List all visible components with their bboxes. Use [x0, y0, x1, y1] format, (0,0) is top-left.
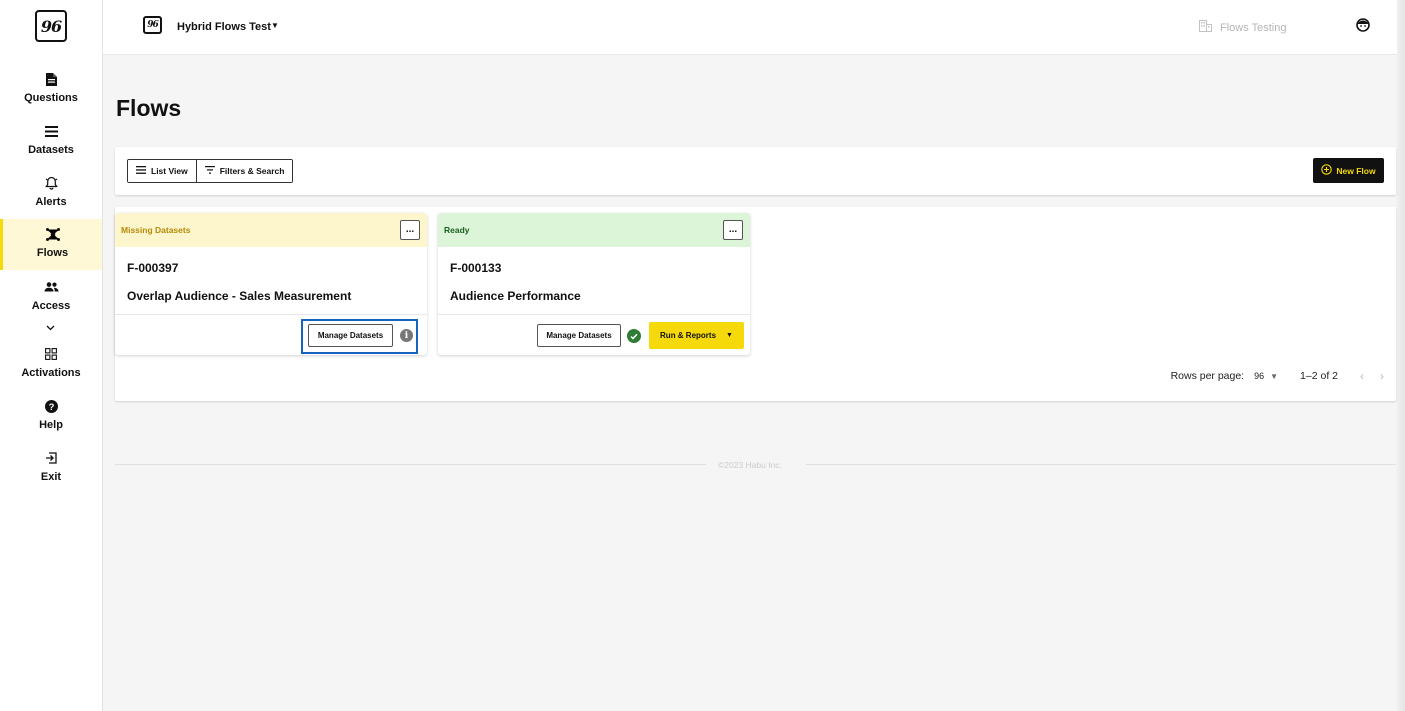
- new-flow-button[interactable]: New Flow: [1313, 158, 1384, 183]
- sidebar-item-label: Help: [39, 419, 63, 431]
- filters-search-button[interactable]: Filters & Search: [195, 160, 293, 182]
- bell-icon: [44, 174, 58, 192]
- pagination-range: 1–2 of 2: [1300, 370, 1338, 382]
- flows-grid: Missing Datasets ... F-000397 Overlap Au…: [115, 207, 1396, 401]
- more-options-button[interactable]: ...: [400, 220, 420, 240]
- help-icon: ?: [44, 397, 58, 415]
- document-icon: [45, 70, 57, 88]
- top-bar: 96 Hybrid Flows Test ▼ Flows Testing: [103, 0, 1405, 55]
- flow-card[interactable]: Ready ... F-000133 Audience Performance …: [438, 213, 750, 355]
- manage-datasets-button[interactable]: Manage Datasets: [537, 324, 621, 347]
- run-reports-label: Run & Reports: [660, 331, 717, 340]
- sidebar-item-label: Exit: [40, 471, 62, 483]
- environment-indicator[interactable]: Flows Testing: [1199, 20, 1286, 35]
- page-title: Flows: [116, 95, 182, 121]
- caret-down-icon: ▼: [726, 332, 733, 339]
- more-options-button[interactable]: ...: [723, 220, 743, 240]
- sidebar-item-label: Flows: [36, 247, 69, 259]
- caret-down-icon[interactable]: ▼: [1270, 372, 1278, 381]
- sidebar-item-label: Access: [31, 300, 71, 312]
- flow-card-actions: Manage Datasets Run & Reports ▼: [438, 314, 750, 355]
- sidebar-item-label: Activations: [21, 367, 81, 379]
- copyright: ©2023 Habu Inc.: [718, 460, 782, 470]
- status-badge: Missing Datasets: [121, 225, 191, 235]
- caret-down-icon[interactable]: ▼: [271, 21, 279, 30]
- flow-status-header: Missing Datasets ...: [115, 213, 427, 247]
- habu-logo[interactable]: 96: [35, 10, 67, 42]
- check-circle-icon: [627, 329, 641, 343]
- sidebar-item-label: Alerts: [35, 196, 67, 208]
- footer-divider: [806, 464, 1396, 465]
- sidebar-item-label: Datasets: [28, 144, 74, 156]
- flow-status-header: Ready ...: [438, 213, 750, 247]
- list-view-label: List View: [151, 166, 188, 176]
- flow-icon: [45, 225, 61, 243]
- building-icon: [1199, 20, 1212, 35]
- sidebar: 96 Questions Datasets Alerts Flows Acces…: [0, 0, 103, 711]
- sidebar-item-activations[interactable]: Activations: [0, 343, 102, 393]
- manage-datasets-button[interactable]: Manage Datasets: [308, 324, 393, 347]
- rows-per-page-label: Rows per page:: [1170, 370, 1245, 382]
- svg-text:?: ?: [48, 402, 54, 413]
- grid-icon: [45, 345, 57, 363]
- sidebar-item-label: Questions: [24, 92, 78, 104]
- sidebar-item-datasets[interactable]: Datasets: [0, 120, 102, 170]
- new-flow-label: New Flow: [1336, 165, 1376, 176]
- list-icon: [44, 122, 58, 140]
- org-logo: 96: [143, 16, 162, 34]
- info-icon[interactable]: i: [400, 329, 413, 342]
- sidebar-item-alerts[interactable]: Alerts: [0, 172, 102, 222]
- chevron-down-icon[interactable]: [46, 318, 55, 336]
- sidebar-item-flows[interactable]: Flows: [0, 219, 102, 270]
- sidebar-item-help[interactable]: ? Help: [0, 395, 102, 445]
- org-switcher-label[interactable]: Hybrid Flows Test: [177, 21, 271, 33]
- user-avatar-icon[interactable]: [1356, 18, 1370, 37]
- footer-divider: [115, 464, 706, 465]
- flow-name[interactable]: Audience Performance: [450, 289, 581, 303]
- sidebar-item-exit[interactable]: Exit: [0, 447, 102, 497]
- scrollbar-track[interactable]: [1397, 0, 1405, 711]
- flows-toolbar: List View Filters & Search New Flow: [115, 147, 1396, 195]
- status-badge: Ready: [444, 225, 470, 235]
- filters-search-label: Filters & Search: [219, 166, 285, 176]
- flow-name[interactable]: Overlap Audience - Sales Measurement: [127, 289, 351, 303]
- exit-icon: [45, 449, 57, 467]
- next-page-icon[interactable]: ›: [1380, 369, 1384, 383]
- previous-page-icon[interactable]: ‹: [1360, 369, 1364, 383]
- environment-name: Flows Testing: [1220, 21, 1287, 34]
- run-reports-button[interactable]: Run & Reports ▼: [649, 322, 744, 349]
- sidebar-item-questions[interactable]: Questions: [0, 68, 102, 118]
- list-icon: [136, 166, 146, 176]
- flow-card-actions: Manage Datasets i: [115, 314, 427, 355]
- plus-circle-icon: [1321, 164, 1333, 177]
- flow-id: F-000133: [450, 261, 502, 275]
- filter-icon: [204, 166, 215, 176]
- flow-card[interactable]: Missing Datasets ... F-000397 Overlap Au…: [115, 213, 427, 355]
- list-view-button[interactable]: List View: [128, 160, 196, 182]
- flow-id: F-000397: [127, 261, 179, 275]
- people-icon: [44, 278, 59, 296]
- view-controls: List View Filters & Search: [127, 159, 294, 183]
- pagination: Rows per page: 96 ▼ 1–2 of 2 ‹ ›: [1171, 369, 1384, 383]
- rows-per-page-select[interactable]: 96: [1254, 371, 1264, 381]
